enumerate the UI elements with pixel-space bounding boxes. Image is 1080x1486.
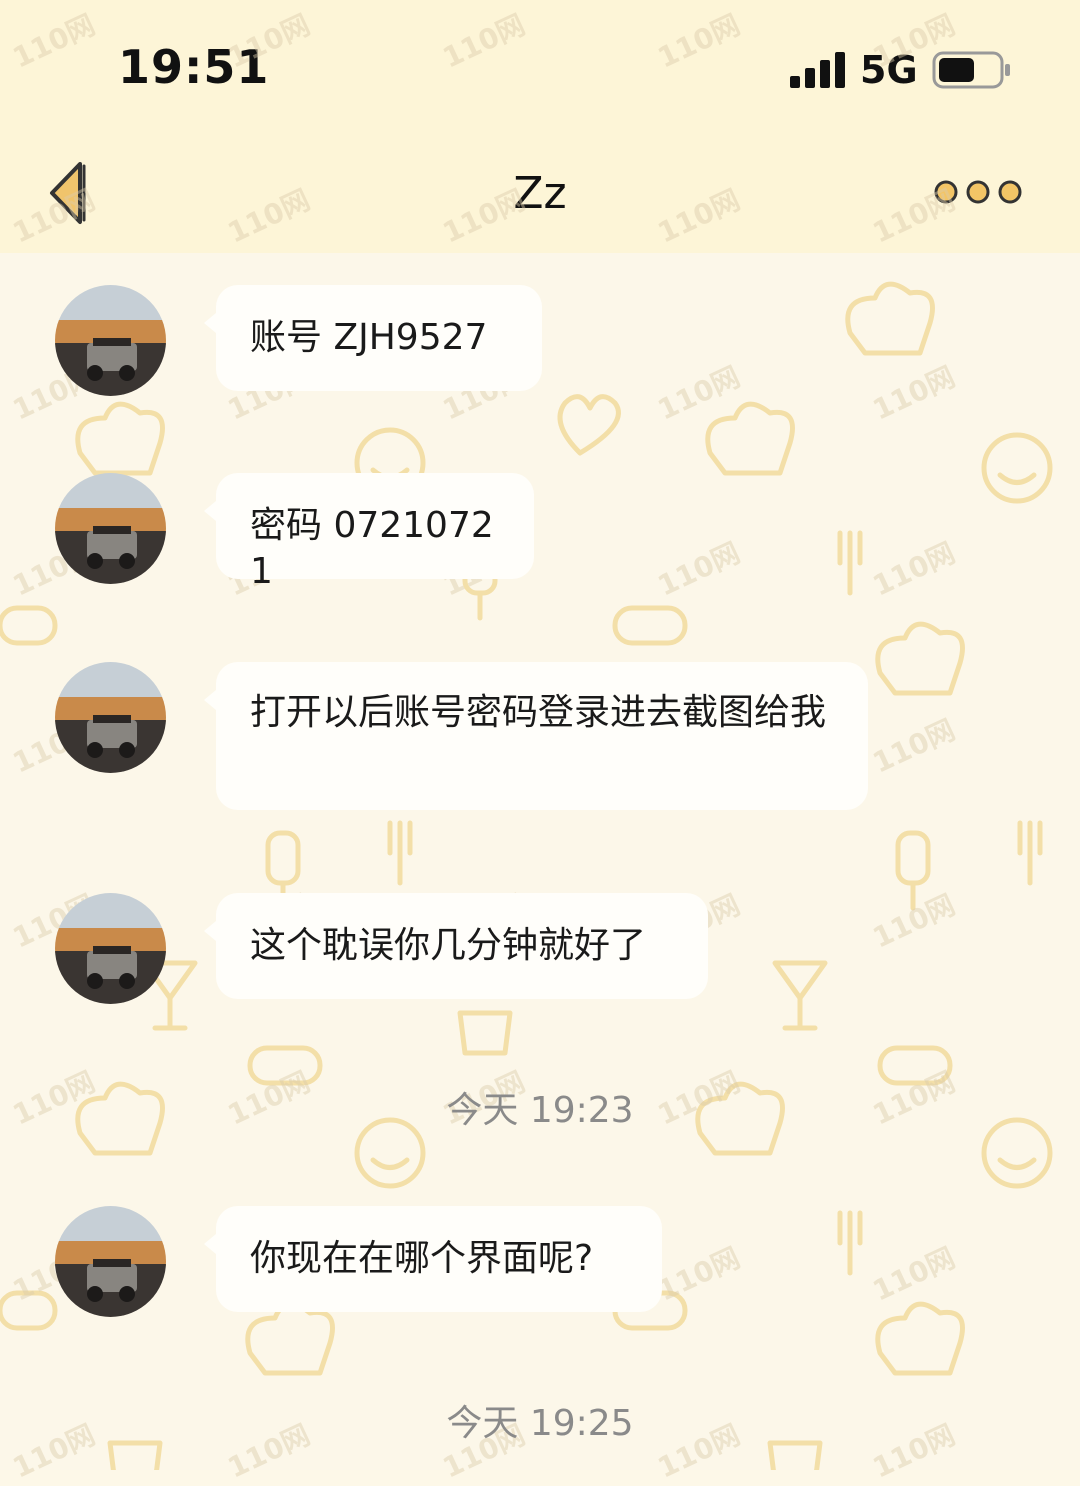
- signal-icon: [790, 52, 845, 88]
- avatar[interactable]: [55, 662, 166, 773]
- battery-icon: [932, 51, 1010, 89]
- avatar[interactable]: [55, 285, 166, 396]
- message-bubble[interactable]: 账号 ZJH9527: [204, 285, 542, 391]
- avatar[interactable]: [55, 1206, 166, 1317]
- message-bubble[interactable]: 这个耽误你几分钟就好了: [204, 893, 708, 999]
- timestamp: 今天 19:23: [446, 1090, 634, 1131]
- avatar[interactable]: [55, 473, 166, 584]
- message-bubble[interactable]: 密码 07210721: [204, 473, 534, 592]
- message-bubble[interactable]: 你现在在哪个界面呢?: [204, 1206, 662, 1312]
- avatar[interactable]: [55, 893, 166, 1004]
- message-bubble[interactable]: 打开以后账号密码登录进去截图给我: [204, 662, 868, 810]
- timestamp: 今天 19:25: [446, 1403, 634, 1444]
